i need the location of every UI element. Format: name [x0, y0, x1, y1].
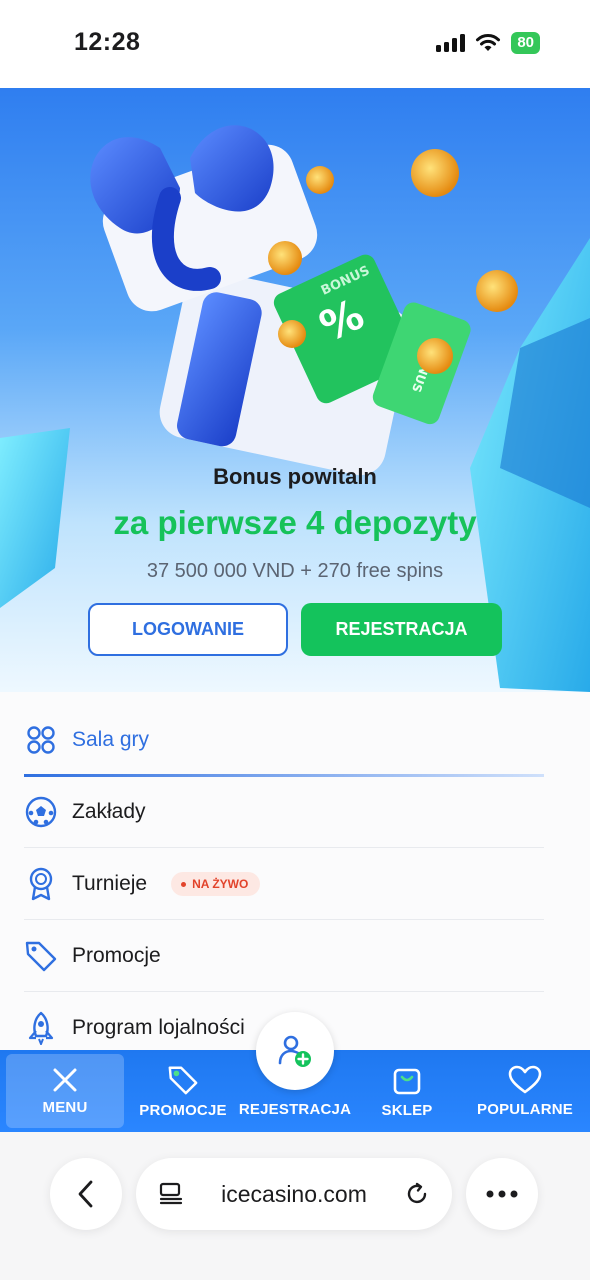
menu-item-promocje[interactable]: Promocje [24, 920, 544, 992]
bonus-title: Bonus powitaln [213, 464, 377, 489]
status-icons: 80 [436, 32, 540, 54]
reload-icon[interactable] [404, 1181, 430, 1207]
menu-item-sala-gry[interactable]: Sala gry [24, 704, 544, 776]
add-user-icon [278, 1035, 311, 1067]
page-menu-icon[interactable] [158, 1182, 184, 1206]
shopping-bag-icon [393, 1068, 421, 1094]
register-button[interactable]: REJESTRACJA [301, 603, 502, 656]
soccer-ball-icon [24, 795, 58, 829]
signal-icon [436, 34, 466, 52]
status-time: 12:28 [74, 28, 141, 56]
url-text: icecasino.com [221, 1180, 367, 1207]
nav-promocje-button[interactable]: PROMOCJE [128, 1050, 238, 1132]
nav-menu-button[interactable]: MENU [6, 1054, 124, 1128]
grid-icon [24, 723, 58, 757]
tag-icon [24, 939, 58, 973]
tag-icon [168, 1066, 198, 1094]
wifi-icon [476, 34, 501, 51]
live-badge: NA ŻYWO [171, 872, 261, 896]
back-button[interactable] [50, 1158, 122, 1230]
more-button[interactable] [466, 1158, 538, 1230]
nav-label: SKLEP [381, 1101, 433, 1119]
address-bar[interactable]: icecasino.com [136, 1158, 452, 1230]
bonus-subtitle: 37 500 000 VND + 270 free spins [146, 560, 444, 582]
more-dots-icon [486, 1190, 518, 1198]
rocket-icon [24, 1011, 58, 1045]
nav-label: MENU [42, 1098, 88, 1116]
login-button[interactable]: LOGOWANIE [88, 603, 288, 656]
menu-item-label: Zakłady [72, 800, 146, 823]
menu-item-turnieje[interactable]: Turnieje NA ŻYWO [24, 848, 544, 920]
medal-icon [24, 867, 58, 901]
status-bar: 12:28 80 [0, 0, 590, 88]
nav-label: POPULARNE [477, 1100, 573, 1118]
side-menu: Sala gry Zakłady Turnieje NA ŻYWO Promoc… [0, 692, 590, 1052]
browser-toolbar: icecasino.com [0, 1132, 590, 1280]
heart-icon [508, 1065, 542, 1093]
nav-label: REJESTRACJA [238, 1101, 352, 1118]
menu-item-label: Sala gry [72, 728, 150, 751]
register-fab-button[interactable] [256, 1012, 334, 1090]
close-icon [53, 1068, 77, 1091]
nav-label: PROMOCJE [139, 1101, 227, 1119]
menu-item-label: Turnieje [72, 872, 148, 895]
gift-box-illustration: % BONUS BONUS [0, 125, 590, 692]
nav-sklep-button[interactable]: SKLEP [352, 1050, 462, 1132]
bonus-headline: za pierwsze 4 depozyty [113, 504, 477, 541]
battery-indicator: 80 [511, 32, 540, 54]
live-badge-label: NA ŻYWO [192, 877, 249, 891]
welcome-bonus-banner: % BONUS BONUS Bonus powitaln za pierwsze… [0, 88, 590, 692]
menu-item-label: Program lojalności [72, 1016, 245, 1039]
chevron-left-icon [78, 1180, 93, 1208]
menu-item-label: Promocje [72, 944, 161, 967]
menu-item-zaklady[interactable]: Zakłady [24, 776, 544, 848]
live-dot-icon [181, 881, 187, 887]
nav-popularne-button[interactable]: POPULARNE [468, 1050, 582, 1132]
